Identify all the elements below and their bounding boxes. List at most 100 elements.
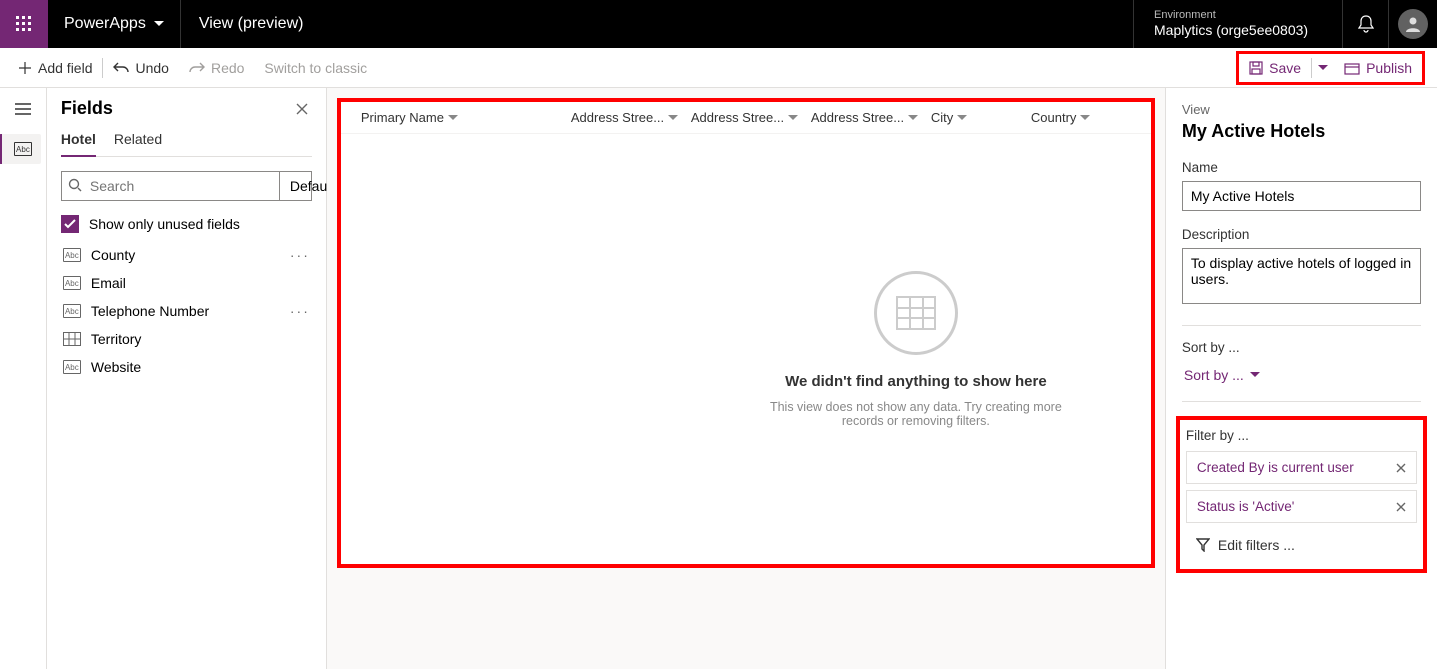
- publish-button[interactable]: Publish: [1334, 54, 1422, 82]
- save-button[interactable]: Save: [1239, 54, 1311, 82]
- hamburger-button[interactable]: [5, 94, 41, 124]
- field-type-icon: Abc: [63, 360, 81, 374]
- view-label: View: [1182, 102, 1421, 117]
- save-icon: [1249, 61, 1263, 75]
- field-item-label: Telephone Number: [91, 303, 209, 319]
- sortby-dropdown[interactable]: Sort by ...: [1182, 363, 1421, 387]
- field-type-icon: Abc: [63, 276, 81, 290]
- empty-title: We didn't find anything to show here: [785, 373, 1047, 390]
- publish-label: Publish: [1366, 60, 1412, 76]
- field-search-wrap: Default: [61, 171, 312, 201]
- view-title: My Active Hotels: [1182, 121, 1421, 142]
- close-panel-button[interactable]: [292, 99, 312, 119]
- undo-button[interactable]: Undo: [103, 48, 178, 87]
- more-icon[interactable]: ···: [290, 247, 310, 263]
- field-search-input[interactable]: [62, 172, 279, 200]
- fields-panel: Fields Hotel Related Default: [47, 88, 327, 669]
- chevron-down-icon: [448, 115, 458, 121]
- redo-button[interactable]: Redo: [179, 48, 254, 87]
- sortby-section-label: Sort by ...: [1182, 340, 1421, 355]
- description-input[interactable]: To display active hotels of logged in us…: [1182, 248, 1421, 304]
- filter-row-label: Created By is current user: [1197, 460, 1354, 475]
- environment-label: Environment: [1154, 9, 1322, 22]
- chevron-down-icon: [1250, 372, 1260, 378]
- chevron-down-icon: [788, 115, 798, 121]
- sortby-link-label: Sort by ...: [1184, 367, 1244, 383]
- field-item-label: Email: [91, 275, 126, 291]
- page-title: View (preview): [180, 0, 322, 48]
- filter-row[interactable]: Created By is current user: [1186, 451, 1417, 484]
- remove-filter-button[interactable]: [1396, 463, 1406, 473]
- view-grid: Primary Name Address Stree... Address Stre…: [337, 98, 1155, 568]
- publish-icon: [1344, 61, 1360, 75]
- notifications-button[interactable]: [1343, 0, 1389, 48]
- column-header[interactable]: Address Stree...: [811, 110, 931, 125]
- show-unused-label: Show only unused fields: [89, 216, 240, 232]
- save-dropdown-button[interactable]: [1312, 54, 1334, 82]
- profile-button[interactable]: [1389, 9, 1437, 39]
- app-name-label: PowerApps: [64, 15, 146, 33]
- main-area: Abc Fields Hotel Related Default: [0, 88, 1437, 669]
- filter-row[interactable]: Status is 'Active': [1186, 490, 1417, 523]
- more-icon[interactable]: ···: [290, 303, 310, 319]
- environment-name: Maplytics (orge5ee0803): [1154, 22, 1322, 39]
- grid-header-row: Primary Name Address Stree... Address Stre…: [341, 102, 1151, 134]
- column-header[interactable]: Primary Name: [361, 110, 571, 125]
- column-header-label: Primary Name: [361, 110, 444, 125]
- tab-hotel[interactable]: Hotel: [61, 131, 96, 157]
- tab-related[interactable]: Related: [114, 131, 162, 156]
- name-label: Name: [1182, 160, 1421, 175]
- add-field-label: Add field: [38, 60, 92, 76]
- column-header-label: Address Stree...: [691, 110, 784, 125]
- field-type-icon: Abc: [63, 248, 81, 262]
- add-field-button[interactable]: Add field: [8, 48, 102, 87]
- column-header-label: Address Stree...: [811, 110, 904, 125]
- field-item-label: County: [91, 247, 135, 263]
- redo-icon: [189, 61, 205, 75]
- column-header-label: City: [931, 110, 953, 125]
- environment-picker[interactable]: Environment Maplytics (orge5ee0803): [1133, 0, 1343, 48]
- field-item[interactable]: AbcTelephone Number···: [61, 297, 312, 325]
- column-header-label: Address Stree...: [571, 110, 664, 125]
- description-label: Description: [1182, 227, 1421, 242]
- column-header-label: Country: [1031, 110, 1077, 125]
- app-name-dropdown[interactable]: PowerApps: [48, 0, 180, 48]
- redo-label: Redo: [211, 60, 244, 76]
- column-header[interactable]: Address Stree...: [571, 110, 691, 125]
- canvas: Primary Name Address Stree... Address Stre…: [327, 88, 1165, 669]
- column-header[interactable]: City: [931, 110, 1031, 125]
- filter-row-label: Status is 'Active': [1197, 499, 1294, 514]
- field-item[interactable]: Territory: [61, 325, 312, 353]
- empty-grid-icon: [874, 271, 958, 355]
- filter-icon: [1196, 538, 1210, 552]
- column-header[interactable]: Country: [1031, 110, 1131, 125]
- close-icon: [1396, 502, 1406, 512]
- field-item[interactable]: Abc County ···: [61, 241, 312, 269]
- chevron-down-icon: [908, 115, 918, 121]
- fields-rail-button[interactable]: Abc: [0, 134, 41, 164]
- search-icon: [68, 178, 82, 192]
- checkbox-checked-icon: [61, 215, 79, 233]
- chevron-down-icon: [1318, 65, 1328, 71]
- column-header[interactable]: Address Stree...: [691, 110, 811, 125]
- hamburger-icon: [15, 103, 31, 115]
- remove-filter-button[interactable]: [1396, 502, 1406, 512]
- switch-classic-label: Switch to classic: [264, 60, 367, 76]
- chevron-down-icon: [154, 21, 164, 27]
- close-icon: [1396, 463, 1406, 473]
- undo-icon: [113, 61, 129, 75]
- fields-panel-title: Fields: [61, 98, 113, 119]
- bell-icon: [1358, 15, 1374, 33]
- name-input[interactable]: [1182, 181, 1421, 211]
- switch-classic-button[interactable]: Switch to classic: [254, 48, 377, 87]
- field-item[interactable]: Abc Email: [61, 269, 312, 297]
- field-item[interactable]: Abc Website: [61, 353, 312, 381]
- field-item-label: Website: [91, 359, 141, 375]
- chevron-down-icon: [957, 115, 967, 121]
- app-launcher-button[interactable]: [0, 0, 48, 48]
- properties-panel: View My Active Hotels Name Description T…: [1165, 88, 1437, 669]
- chevron-down-icon: [668, 115, 678, 121]
- edit-filters-button[interactable]: Edit filters ...: [1186, 529, 1417, 561]
- grid-empty-state: We didn't find anything to show here Thi…: [341, 134, 1151, 564]
- show-unused-checkbox[interactable]: Show only unused fields: [61, 215, 312, 233]
